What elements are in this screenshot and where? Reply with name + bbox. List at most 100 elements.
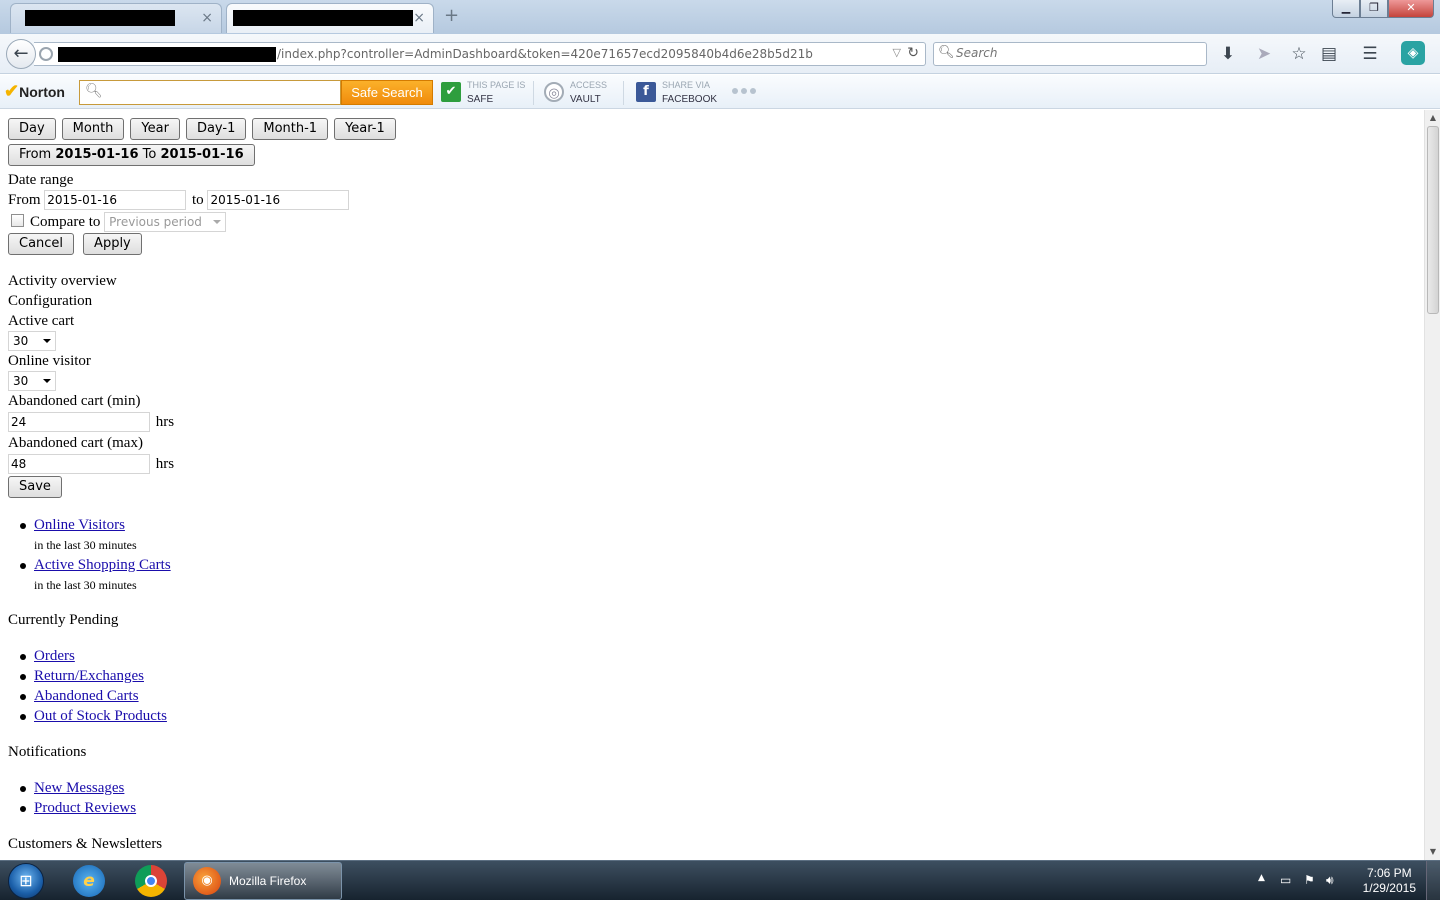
configuration-heading: Configuration: [8, 293, 93, 309]
url-bar[interactable]: /index.php?controller=AdminDashboard&tok…: [34, 42, 926, 66]
close-tab-icon[interactable]: ×: [413, 9, 425, 27]
online-visitor-row: 30: [8, 371, 1424, 391]
share-facebook-button[interactable]: f SHARE VIA FACEBOOK: [636, 80, 726, 106]
abandoned-carts-link[interactable]: Abandoned Carts: [34, 688, 139, 704]
chrome-icon[interactable]: [135, 865, 167, 897]
orders-link[interactable]: Orders: [34, 648, 75, 664]
close-window-icon[interactable]: ✕: [1388, 0, 1434, 18]
abandoned-max-label: Abandoned cart (max): [8, 435, 143, 451]
range-to-date: 2015-01-16: [160, 147, 244, 162]
online-visitor-label: Online visitor: [8, 353, 91, 369]
clock[interactable]: 7:06 PM 1/29/2015: [1363, 866, 1416, 896]
norton-search-box[interactable]: 🔍︎: [79, 80, 341, 105]
chevron-down-icon: [213, 220, 222, 224]
to-date-input[interactable]: 2015-01-16: [207, 190, 350, 210]
browser-search-input[interactable]: [956, 46, 1196, 60]
scroll-down-icon[interactable]: ▼: [1425, 844, 1440, 860]
save-button[interactable]: Save: [8, 476, 62, 498]
compare-select[interactable]: Previous period: [104, 212, 227, 232]
date-range-heading: Date range: [8, 172, 74, 188]
facebook-label-top: SHARE VIA: [662, 80, 711, 90]
active-cart-select[interactable]: 30: [8, 331, 56, 351]
date-range-row: From 2015-01-16 to 2015-01-16: [8, 190, 1424, 210]
month-minus-1-button[interactable]: Month-1: [252, 118, 329, 140]
start-button[interactable]: ⊞: [8, 863, 44, 899]
out-of-stock-link[interactable]: Out of Stock Products: [34, 708, 167, 724]
send-icon[interactable]: ➤: [1254, 43, 1274, 65]
browser-tab-2-active[interactable]: ×: [226, 3, 434, 33]
url-dropdown-icon[interactable]: ▽: [893, 46, 901, 59]
cancel-button[interactable]: Cancel: [8, 233, 75, 255]
restore-icon[interactable]: ❐: [1360, 0, 1388, 18]
bookmark-star-icon[interactable]: ☆: [1289, 43, 1309, 65]
browser-tab-1[interactable]: ×: [10, 3, 222, 33]
internet-explorer-icon[interactable]: e: [73, 865, 105, 897]
firefox-icon: ◉: [193, 867, 221, 895]
network-icon[interactable]: ▭: [1280, 873, 1291, 887]
abandoned-min-input[interactable]: 24: [8, 412, 150, 432]
online-visitor-select[interactable]: 30: [8, 371, 56, 391]
close-tab-icon[interactable]: ×: [201, 9, 213, 27]
notifications-heading: Notifications: [8, 744, 87, 760]
action-center-flag-icon[interactable]: ⚑: [1304, 873, 1315, 887]
notifications-list: New Messages Product Reviews: [8, 778, 1424, 818]
url-text[interactable]: /index.php?controller=AdminDashboard&tok…: [277, 47, 813, 61]
year-minus-1-button[interactable]: Year-1: [334, 118, 396, 140]
active-shopping-carts-link[interactable]: Active Shopping Carts: [34, 557, 171, 573]
back-button[interactable]: ←: [6, 39, 36, 69]
download-icon[interactable]: ⬇: [1218, 43, 1238, 65]
year-button[interactable]: Year: [130, 118, 180, 140]
active-carts-subtitle: in the last 30 minutes: [34, 578, 137, 592]
scroll-up-icon[interactable]: ▲: [1425, 110, 1440, 126]
minimize-icon[interactable]: ▁: [1332, 0, 1360, 18]
system-tray: ▲ ▭ ⚑ 🔊︎ 7:06 PM 1/29/2015: [1240, 861, 1440, 900]
apply-button[interactable]: Apply: [83, 233, 142, 255]
new-tab-icon[interactable]: +: [444, 6, 459, 26]
norton-search-input[interactable]: [104, 84, 334, 99]
firefox-taskbar-button[interactable]: ◉ Mozilla Firefox: [184, 862, 342, 900]
checkmark-icon: ✔: [4, 81, 20, 101]
browser-search-bar[interactable]: 🔍︎: [933, 42, 1207, 66]
activity-overview-heading: Activity overview: [8, 273, 117, 289]
safe-search-button[interactable]: Safe Search: [341, 80, 433, 105]
clock-time: 7:06 PM: [1366, 866, 1412, 880]
currently-pending-heading: Currently Pending: [8, 612, 119, 628]
day-button[interactable]: Day: [8, 118, 56, 140]
scrollbar-thumb[interactable]: [1427, 126, 1439, 314]
pending-list: Orders Return/Exchanges Abandoned Carts …: [8, 646, 1424, 726]
list-item: Orders: [20, 646, 1424, 666]
page-content: Day Month Year Day-1 Month-1 Year-1 From…: [0, 110, 1424, 860]
redacted-tab-title: [25, 10, 175, 26]
sync-icon[interactable]: ◈: [1401, 41, 1425, 65]
redacted-tab-title: [233, 10, 413, 26]
access-vault-button[interactable]: ◎ ACCESS VAULT: [544, 80, 614, 106]
range-from-label: From: [19, 147, 52, 162]
page-safe-indicator[interactable]: ✔ THIS PAGE IS SAFE: [441, 80, 531, 106]
clipboard-icon[interactable]: ▤: [1319, 43, 1339, 65]
date-range-button[interactable]: From 2015-01-16 To 2015-01-16: [8, 144, 255, 166]
from-date-input[interactable]: 2015-01-16: [44, 190, 187, 210]
list-item: New Messages: [20, 778, 1424, 798]
reload-icon[interactable]: ↻: [907, 45, 919, 61]
chevron-down-icon: [43, 379, 51, 383]
abandoned-min-label: Abandoned cart (min): [8, 393, 141, 409]
return-exchanges-link[interactable]: Return/Exchanges: [34, 668, 144, 684]
show-desktop-button[interactable]: [1426, 861, 1440, 900]
day-minus-1-button[interactable]: Day-1: [185, 118, 247, 140]
active-cart-value: 30: [13, 334, 29, 348]
compare-checkbox[interactable]: [11, 214, 24, 227]
menu-icon[interactable]: ☰: [1360, 43, 1380, 65]
more-options-icon[interactable]: [732, 88, 756, 94]
product-reviews-link[interactable]: Product Reviews: [34, 800, 136, 816]
arrow-left-icon: ←: [13, 43, 29, 64]
norton-logo[interactable]: ✔Norton: [4, 81, 65, 102]
month-button[interactable]: Month: [61, 118, 125, 140]
online-visitors-link[interactable]: Online Visitors: [34, 517, 125, 533]
list-item: Product Reviews: [20, 798, 1424, 818]
window-controls: ▁ ❐ ✕: [1332, 0, 1434, 18]
abandoned-max-input[interactable]: 48: [8, 454, 150, 474]
show-hidden-icons-icon[interactable]: ▲: [1258, 873, 1265, 883]
new-messages-link[interactable]: New Messages: [34, 780, 124, 796]
volume-icon[interactable]: 🔊︎: [1326, 873, 1334, 888]
vertical-scrollbar[interactable]: ▲ ▼: [1424, 110, 1440, 860]
